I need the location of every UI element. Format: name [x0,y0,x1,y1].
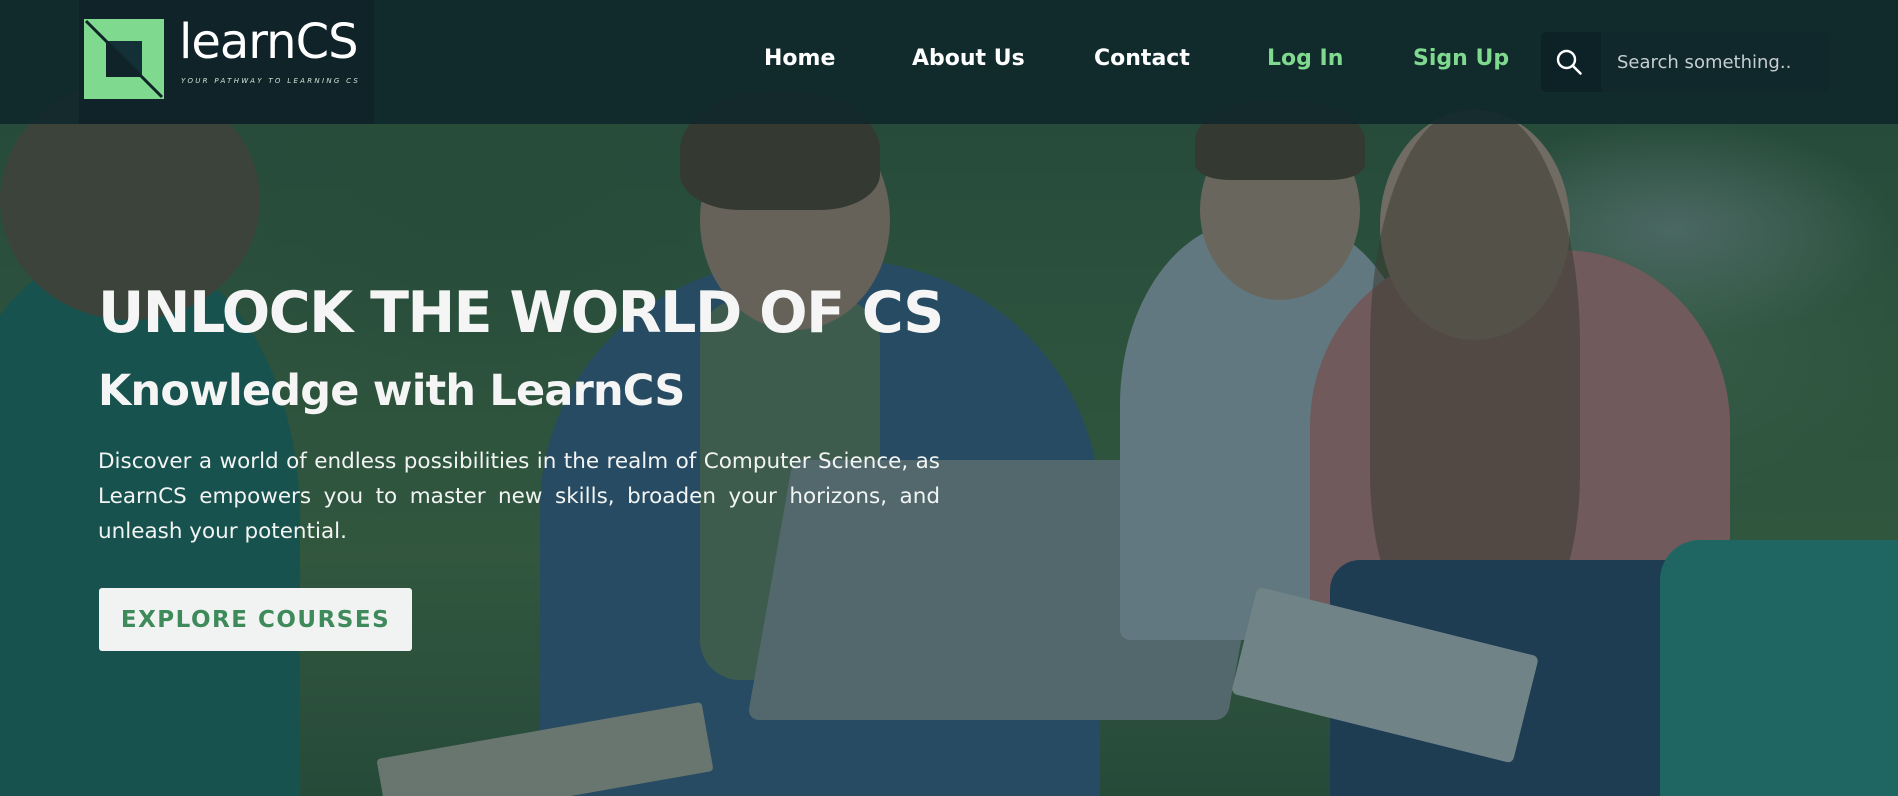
nav-login[interactable]: Log In [1267,46,1343,71]
hero-title: UNLOCK THE WORLD OF CS [98,280,944,346]
nav-about-us[interactable]: About Us [912,46,1025,71]
search-bar [1541,32,1829,92]
hero-description: Discover a world of endless possibilitie… [98,449,940,544]
hero-subtitle: Knowledge with LearnCS [98,366,685,416]
site-header: learnCS YOUR PATHWAY TO LEARNING CS Home… [0,0,1898,124]
search-input[interactable] [1601,32,1829,92]
explore-courses-button[interactable]: EXPLORE COURSES [99,588,412,651]
main-nav: Home About Us Contact Log In Sign Up [0,46,1540,76]
logo-tagline: YOUR PATHWAY TO LEARNING CS [181,77,361,85]
nav-home[interactable]: Home [764,46,835,71]
search-icon[interactable] [1555,48,1583,76]
nav-contact[interactable]: Contact [1094,46,1190,71]
nav-signup[interactable]: Sign Up [1413,46,1509,71]
